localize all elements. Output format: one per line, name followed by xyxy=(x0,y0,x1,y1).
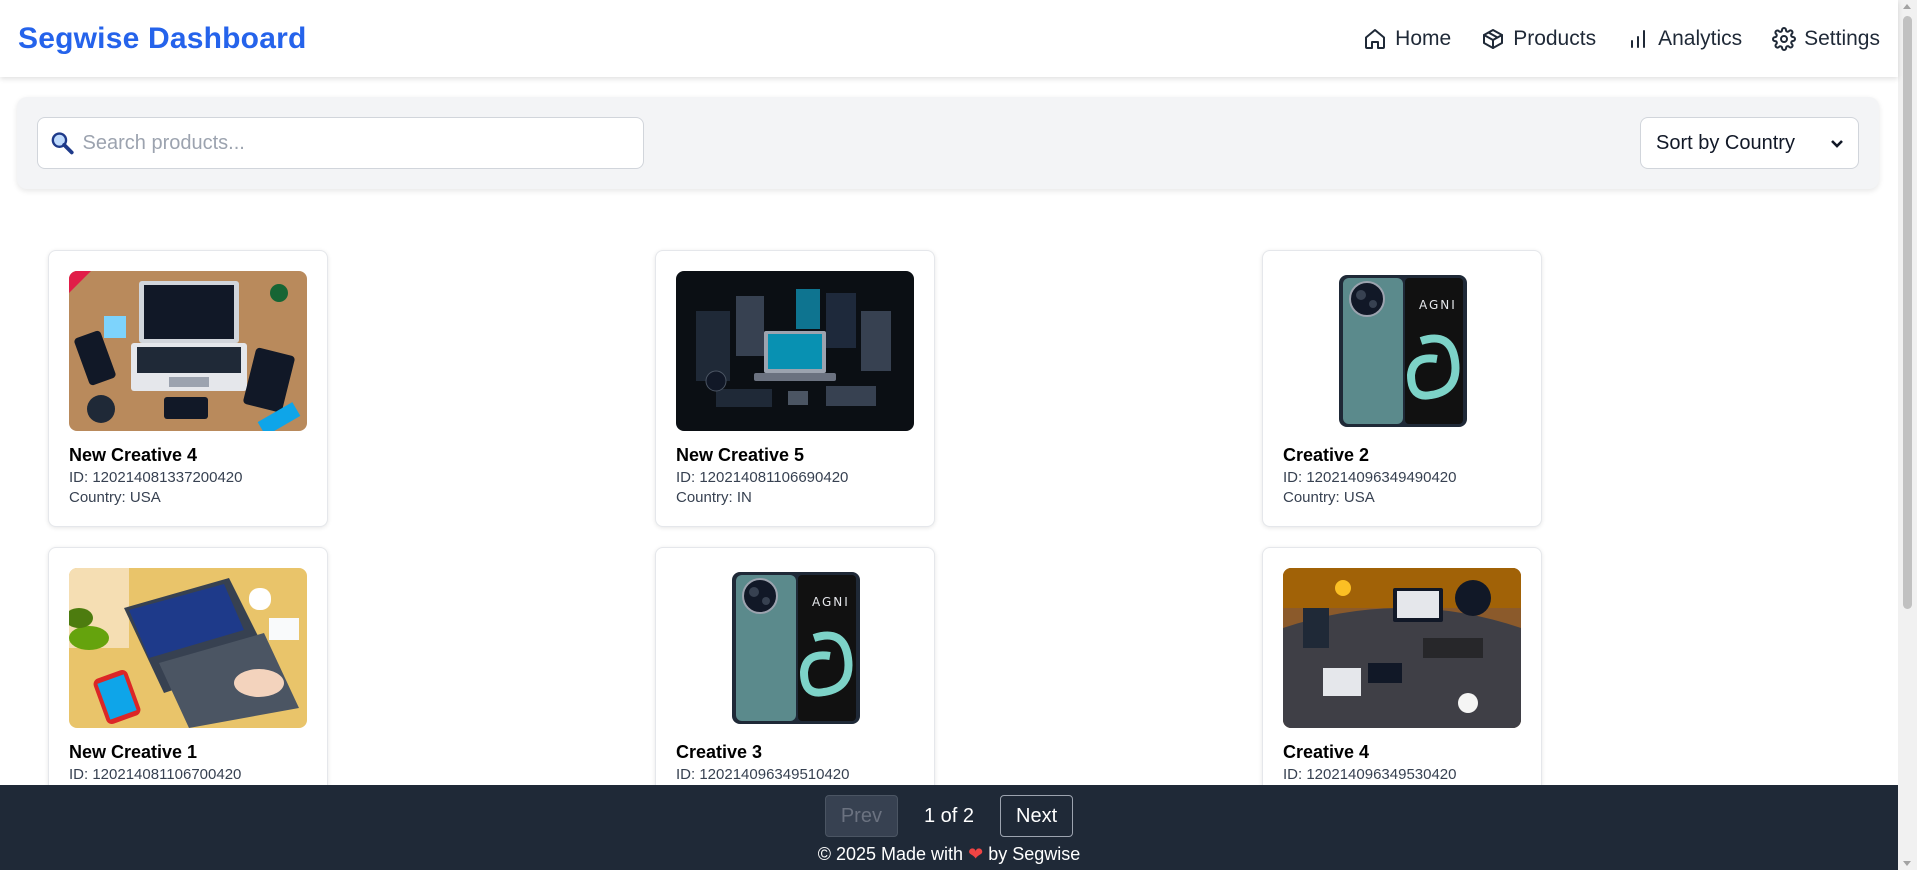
svg-text:AGNI: AGNI xyxy=(812,595,850,609)
gear-icon xyxy=(1772,26,1797,51)
home-icon xyxy=(1365,28,1386,49)
product-country: Country: USA xyxy=(1283,489,1375,506)
copyright-prefix: © 2025 Made with xyxy=(817,844,964,864)
product-card[interactable]: AGNI Creative 3 ID: 120214096349510420 xyxy=(655,547,935,824)
footer: Prev 1 of 2 Next © 2025 Made with ❤ by S… xyxy=(0,785,1898,870)
product-card[interactable]: AGNI Creative 2 ID: 120214096349490420 C… xyxy=(1262,250,1542,527)
product-card[interactable]: New Creative 5 ID: 120214081106690420 Co… xyxy=(655,250,935,527)
agni-phone-image: AGNI xyxy=(1283,271,1521,431)
office-desk-overhead-image xyxy=(1283,568,1521,728)
nav-settings-label: Settings xyxy=(1804,26,1880,50)
product-id: ID: 120214096349530420 xyxy=(1283,766,1457,783)
product-title: Creative 3 xyxy=(676,742,763,762)
product-title: Creative 4 xyxy=(1283,742,1370,762)
bar-chart-icon xyxy=(1631,29,1646,48)
product-country: Country: USA xyxy=(69,489,161,506)
svg-text:AGNI: AGNI xyxy=(1419,298,1457,312)
nav-analytics[interactable]: Analytics xyxy=(1626,27,1742,51)
agni-phone-image: AGNI xyxy=(676,568,914,728)
laptop-desk-flatlay-image xyxy=(69,271,307,431)
product-title: New Creative 4 xyxy=(69,445,198,465)
next-page-button[interactable]: Next xyxy=(1000,795,1074,837)
product-id: ID: 120214096349510420 xyxy=(676,766,850,783)
product-card[interactable]: New Creative 4 ID: 120214081337200420 Co… xyxy=(48,250,328,527)
product-id: ID: 120214081106700420 xyxy=(69,766,242,783)
filter-bar: Sort by Country xyxy=(17,97,1879,189)
pagination: Prev 1 of 2 Next xyxy=(0,795,1898,837)
page-scrollbar[interactable] xyxy=(1898,0,1917,870)
sort-select[interactable]: Sort by Country xyxy=(1640,117,1859,169)
scroll-down-icon[interactable] xyxy=(1903,861,1911,866)
product-card[interactable]: Creative 4 ID: 120214096349530420 xyxy=(1262,547,1542,824)
main-nav: Home Products Analytics Settings xyxy=(1363,27,1880,51)
copyright: © 2025 Made with ❤ by Segwise xyxy=(0,844,1898,865)
copyright-suffix: by Segwise xyxy=(988,844,1081,864)
page-indicator: 1 of 2 xyxy=(923,804,975,827)
search-input[interactable] xyxy=(82,131,631,155)
nav-settings[interactable]: Settings xyxy=(1772,27,1880,51)
scroll-up-icon[interactable] xyxy=(1903,4,1911,9)
brand-title[interactable]: Segwise Dashboard xyxy=(18,22,307,56)
nav-analytics-label: Analytics xyxy=(1658,26,1743,50)
product-card[interactable]: New Creative 1 ID: 120214081106700420 xyxy=(48,547,328,824)
nav-products[interactable]: Products xyxy=(1481,27,1596,51)
nav-home[interactable]: Home xyxy=(1363,27,1451,51)
search-box[interactable] xyxy=(37,117,644,169)
scrollbar-thumb[interactable] xyxy=(1903,16,1912,609)
nav-home-label: Home xyxy=(1395,26,1452,50)
prev-page-button[interactable]: Prev xyxy=(824,795,898,837)
dark-tech-setup-image xyxy=(676,271,914,431)
product-country: Country: IN xyxy=(676,489,752,506)
product-title: New Creative 1 xyxy=(69,742,198,762)
product-id: ID: 120214081106690420 xyxy=(676,469,849,486)
magnifier-icon xyxy=(51,132,74,155)
product-title: Creative 2 xyxy=(1283,445,1370,465)
box-icon xyxy=(1483,28,1504,49)
heart-icon: ❤ xyxy=(968,844,984,864)
chevron-down-icon xyxy=(1831,140,1843,148)
top-navbar: Segwise Dashboard Home Products Analytic… xyxy=(0,0,1898,77)
product-title: New Creative 5 xyxy=(676,445,805,465)
sort-selected-value: Sort by Country xyxy=(1656,131,1795,154)
product-id: ID: 120214096349490420 xyxy=(1283,469,1457,486)
laptop-hands-image xyxy=(69,568,307,728)
nav-products-label: Products xyxy=(1513,26,1597,50)
product-id: ID: 120214081337200420 xyxy=(69,469,243,486)
